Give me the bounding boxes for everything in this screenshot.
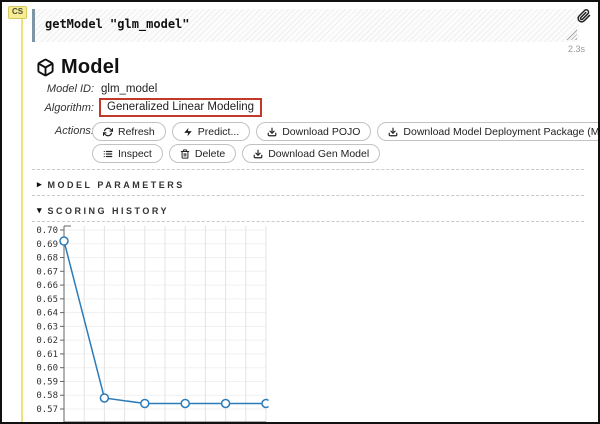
button-label: Delete: [194, 147, 226, 160]
svg-text:0.65: 0.65: [36, 295, 58, 305]
actions-label: Actions:: [54, 125, 94, 137]
actions-row: Actions: Refresh Predict... Download POJ…: [32, 122, 598, 163]
section-label: MODEL PARAMETERS: [47, 179, 185, 190]
svg-text:0.66: 0.66: [36, 281, 58, 291]
download-icon: [267, 127, 277, 137]
svg-text:0.59: 0.59: [36, 377, 58, 387]
caret-down-icon: ▾: [37, 205, 42, 215]
page-title: Model: [61, 56, 120, 78]
model-heading: Model: [36, 56, 584, 79]
cell-output: Model Model ID: glm_model Algorithm: Gen…: [32, 54, 598, 422]
list-icon: [103, 149, 113, 159]
predict-button[interactable]: Predict...: [171, 122, 251, 141]
scoring-history-line-chart: 0.57 0.58 0.59 0.60 0.61 0.62 0.63 0.64 0.65 0.66…: [36, 225, 269, 422]
section-scoring-history[interactable]: ▾ SCORING HISTORY: [32, 205, 584, 222]
inspect-button[interactable]: Inspect: [92, 144, 163, 163]
button-label: Download Gen Model: [268, 147, 370, 160]
actions-row-2: Inspect Delete Download Gen Model: [92, 144, 598, 163]
download-mojo-button[interactable]: Download Model Deployment Package (MOJO): [377, 122, 600, 141]
section-divider: [32, 169, 584, 170]
refresh-icon: [103, 127, 113, 137]
svg-text:0.63: 0.63: [36, 322, 58, 332]
algorithm-label: Algorithm:: [44, 101, 94, 114]
svg-text:0.58: 0.58: [36, 391, 58, 401]
code-input[interactable]: getModel "glm_model": [35, 9, 579, 39]
button-label: Inspect: [118, 147, 152, 160]
refresh-button[interactable]: Refresh: [92, 122, 166, 141]
svg-text:0.68: 0.68: [36, 254, 58, 264]
svg-text:0.57: 0.57: [36, 405, 58, 415]
model-id-label: Model ID:: [46, 83, 94, 95]
execution-time: 2.3s: [567, 44, 585, 54]
attachment-paperclip-icon[interactable]: [577, 9, 591, 23]
algorithm-row: Algorithm: Generalized Linear Modeling: [32, 98, 584, 117]
model-id-value: glm_model: [101, 83, 158, 95]
button-label: Refresh: [118, 125, 155, 138]
model-cube-icon: [36, 58, 55, 77]
download-icon: [388, 127, 398, 137]
download-gen-model-button[interactable]: Download Gen Model: [242, 144, 381, 163]
svg-text:0.64: 0.64: [36, 309, 58, 319]
section-label: SCORING HISTORY: [47, 205, 170, 216]
flow-notebook-window: CS getModel "glm_model" 2.3s Model Model…: [0, 0, 600, 424]
button-label: Predict...: [197, 125, 240, 138]
scoring-history-chart: 0.57 0.58 0.59 0.60 0.61 0.62 0.63 0.64 0.65 0.66…: [34, 223, 584, 422]
svg-text:0.61: 0.61: [36, 350, 58, 360]
actions-row-1: Refresh Predict... Download POJO Downloa…: [92, 122, 600, 141]
cell-badge: CS: [8, 6, 28, 19]
svg-text:0.69: 0.69: [36, 240, 58, 250]
svg-text:0.67: 0.67: [36, 267, 58, 277]
trash-icon: [180, 148, 190, 159]
download-icon: [253, 149, 263, 159]
caret-right-icon: ▸: [37, 179, 42, 189]
delete-button[interactable]: Delete: [168, 144, 237, 163]
download-pojo-button[interactable]: Download POJO: [256, 122, 372, 141]
svg-text:0.62: 0.62: [36, 336, 58, 346]
svg-text:0.70: 0.70: [36, 226, 58, 236]
cell-selection-indicator: [21, 16, 23, 422]
button-label: Download POJO: [282, 125, 361, 138]
svg-text:0.60: 0.60: [36, 364, 58, 374]
code-cell[interactable]: getModel "glm_model": [32, 9, 579, 42]
section-model-parameters[interactable]: ▸ MODEL PARAMETERS: [32, 179, 584, 196]
model-id-row: Model ID: glm_model: [32, 83, 584, 95]
button-label: Download Model Deployment Package (MOJO): [403, 125, 600, 138]
lightning-icon: [183, 127, 193, 137]
algorithm-highlight-box: Generalized Linear Modeling: [99, 98, 263, 117]
